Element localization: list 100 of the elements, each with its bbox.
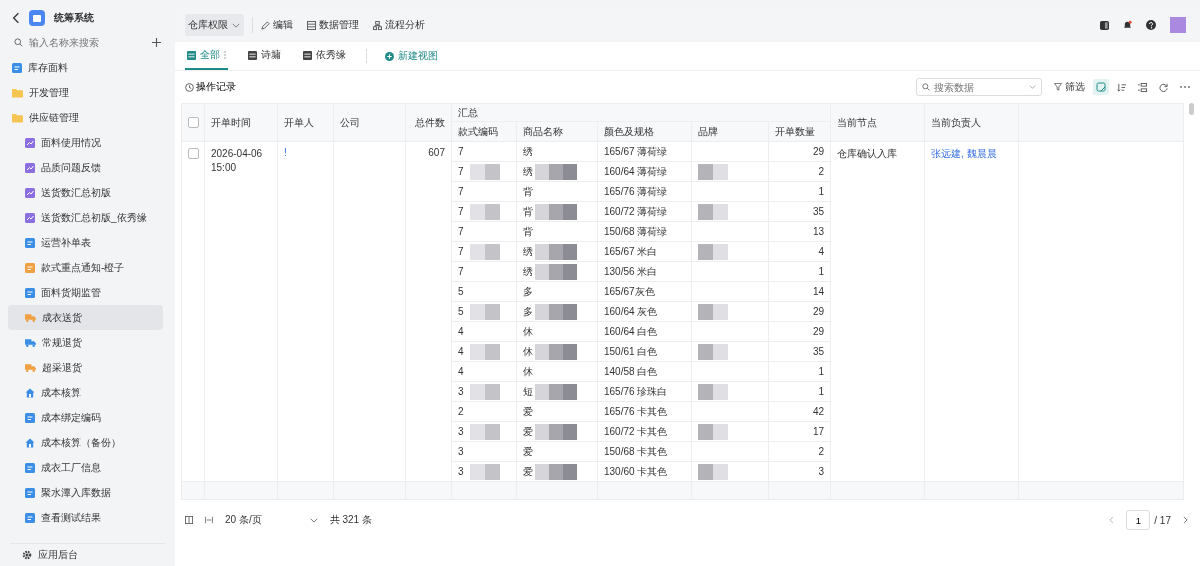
table-cell: 140/58 白色: [604, 365, 658, 377]
column-header: 开单时间: [211, 116, 251, 128]
group-icon[interactable]: [1138, 82, 1147, 92]
add-circle-icon: [385, 51, 394, 61]
table-cell: !: [284, 147, 287, 158]
sidebar-item[interactable]: 常规退货: [8, 330, 163, 355]
grid-view-icon: [187, 50, 196, 60]
table-cell: 7: [458, 226, 464, 237]
toolbar-button[interactable]: 数据管理: [307, 18, 359, 32]
table-cell: 7: [458, 186, 464, 197]
app-admin-link[interactable]: 应用后台: [10, 543, 165, 566]
table-cell: 17: [812, 426, 825, 437]
app-title: 统筹系统: [54, 11, 94, 25]
sidebar-item[interactable]: 成本核算: [8, 380, 163, 405]
permission-dropdown[interactable]: 仓库权限: [185, 14, 244, 36]
table-cell: 1: [818, 266, 825, 277]
filter-button[interactable]: 筛选: [1054, 80, 1085, 94]
table-cell: 2: [818, 166, 825, 177]
sidebar-item[interactable]: 成衣送货: [8, 305, 163, 330]
sidebar-item[interactable]: 送货数汇总初版_依秀缘: [8, 205, 163, 230]
sidebar-item[interactable]: 聚水潭入库数据: [8, 480, 163, 505]
new-view-button[interactable]: 新建视图: [385, 49, 438, 63]
table-cell: 背: [523, 185, 533, 197]
table-cell: 150/68 薄荷绿: [604, 225, 668, 237]
row-checkbox[interactable]: [188, 147, 199, 159]
columns-icon[interactable]: [185, 516, 193, 524]
sidebar-item[interactable]: 面料货期监管: [8, 280, 163, 305]
panel-icon[interactable]: [1100, 20, 1109, 30]
table-cell: 3: [458, 426, 464, 437]
sidebar-item[interactable]: 成本核算（备份）: [8, 430, 163, 455]
sidebar-item[interactable]: 款式重点通知-橙子: [8, 255, 163, 280]
fit-width-icon[interactable]: [205, 516, 213, 524]
sidebar-item[interactable]: 库存面料: [8, 55, 163, 80]
next-page-icon[interactable]: [1183, 516, 1188, 524]
table-cell: 29: [812, 306, 825, 317]
clock-icon: [185, 82, 194, 92]
sort-icon[interactable]: [1117, 82, 1126, 92]
sidebar-item[interactable]: 品质问题反馈: [8, 155, 163, 180]
search-icon: [14, 38, 23, 47]
table-cell: 爱: [523, 445, 533, 457]
table-cell: 休: [523, 325, 533, 337]
sidebar-item[interactable]: 面料使用情况: [8, 130, 163, 155]
view-tab[interactable]: 依秀缘: [301, 42, 348, 70]
table-cell: 7: [458, 166, 464, 177]
table-cell: 14: [812, 286, 825, 297]
table-cell: 绣: [523, 265, 533, 277]
table-cell: 165/76 卡其色: [604, 405, 668, 417]
sidebar-item[interactable]: 查看测试结果: [8, 505, 163, 530]
table-cell: 7: [458, 206, 464, 217]
back-icon[interactable]: [12, 12, 20, 24]
column-header: 公司: [340, 116, 360, 128]
help-icon[interactable]: [1146, 20, 1156, 30]
table-cell: 爱: [523, 405, 533, 417]
sidebar-item[interactable]: 开发管理: [8, 80, 163, 105]
owner-link[interactable]: 张远建, 魏晨晨: [931, 148, 997, 159]
table-cell: 29: [812, 326, 825, 337]
scrollbar[interactable]: [1189, 103, 1194, 115]
search-field[interactable]: 输入名称来搜索: [27, 36, 148, 49]
page-size-select[interactable]: 20 条/页: [225, 513, 318, 527]
view-tab[interactable]: 诗墉: [246, 42, 283, 70]
column-header: 总件数: [415, 116, 445, 128]
page-total: / 17: [1154, 514, 1171, 526]
table-cell: 4: [458, 326, 464, 337]
note-icon[interactable]: [1093, 79, 1109, 95]
search-icon: [922, 83, 930, 91]
data-search-field[interactable]: 搜索数据: [916, 78, 1042, 96]
table-cell: 背: [523, 225, 533, 237]
sidebar-item[interactable]: 送货数汇总初版: [8, 180, 163, 205]
refresh-icon[interactable]: [1159, 82, 1168, 92]
notification-icon[interactable]: [1123, 20, 1132, 30]
table-cell: 4: [458, 366, 464, 377]
table-cell: 130/56 米白: [604, 265, 658, 277]
table-cell: 休: [523, 365, 533, 377]
sidebar-item[interactable]: 成衣工厂信息: [8, 455, 163, 480]
sidebar-item[interactable]: 供应链管理: [8, 105, 163, 130]
table-cell: 160/64 灰色: [604, 305, 658, 317]
select-all-checkbox[interactable]: [188, 117, 199, 129]
toolbar-button[interactable]: 流程分析: [373, 18, 425, 32]
chevron-down-icon: [309, 517, 318, 523]
view-tab[interactable]: 全部: [185, 42, 228, 70]
table-cell: 150/61 白色: [604, 345, 658, 357]
table-cell: 35: [812, 206, 825, 217]
grid-view-icon: [303, 50, 312, 60]
sidebar-item[interactable]: 运营补单表: [8, 230, 163, 255]
history-button[interactable]: 操作记录: [185, 80, 236, 94]
page-number-field[interactable]: 1: [1126, 510, 1151, 530]
table-cell: 160/72 卡其色: [604, 425, 668, 437]
app-logo-icon: [29, 10, 45, 26]
add-icon[interactable]: [152, 38, 161, 47]
sidebar-item[interactable]: 成本绑定编码: [8, 405, 163, 430]
table-cell: 7: [458, 246, 464, 257]
table-cell: 绣: [523, 145, 533, 157]
table-cell: 仓库确认入库: [837, 148, 898, 159]
table-cell: 3: [818, 466, 825, 477]
table-cell: 3: [458, 466, 464, 477]
table-cell: 160/64 薄荷绿: [604, 165, 668, 177]
column-header: 当前节点: [837, 116, 878, 128]
table-cell: 绣: [523, 245, 533, 257]
sidebar-item[interactable]: 超采退货: [8, 355, 163, 380]
toolbar-button[interactable]: 编辑: [261, 18, 293, 32]
